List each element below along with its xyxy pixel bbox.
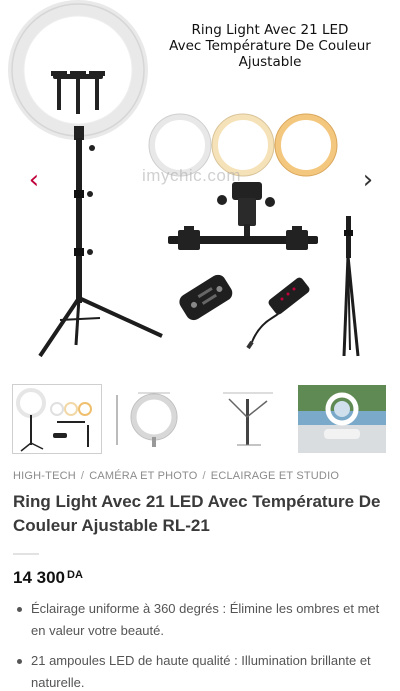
thumbnail-strip (12, 384, 387, 454)
breadcrumb-separator: / (80, 470, 85, 482)
price-value: 14 300 (13, 568, 65, 587)
image-title-line2: Avec Température De Couleur (169, 38, 371, 54)
product-title: Ring Light Avec 21 LED Avec Température … (13, 492, 381, 535)
thumbnail-3[interactable] (203, 385, 291, 453)
thumbnail-1-image (16, 388, 92, 452)
breadcrumb-item-eclairage-et-studio[interactable]: ECLAIRAGE ET STUDIO (211, 470, 339, 482)
feature-list: Éclairage uniforme à 360 degrés : Élimin… (13, 598, 387, 691)
breadcrumb-separator: / (202, 470, 206, 482)
chevron-left-icon[interactable]: ‹ (22, 167, 46, 195)
image-title-line1: Ring Light Avec 21 LED (191, 22, 349, 38)
thumbnail-2[interactable] (108, 385, 196, 453)
breadcrumb-item-high-tech[interactable]: HIGH-TECH (13, 470, 76, 482)
chevron-right-icon[interactable]: › (356, 167, 380, 195)
feature-item: 21 ampoules LED de haute qualité : Illum… (13, 650, 387, 691)
thumbnail-3-image (223, 392, 273, 446)
thumbnail-4-image (298, 385, 386, 453)
thumbnail-1[interactable] (12, 384, 102, 454)
feature-item: Éclairage uniforme à 360 degrés : Élimin… (13, 598, 387, 642)
watermark: imychic.com (142, 166, 242, 185)
title-divider (13, 553, 39, 555)
price-currency: DA (67, 569, 83, 581)
thumbnail-2-image (116, 392, 178, 447)
product-main-image[interactable]: Ring Light Avec 21 LED Avec Température … (0, 0, 400, 373)
thumbnail-4[interactable] (298, 385, 386, 453)
breadcrumb: HIGH-TECH / CAMÉRA ET PHOTO / ECLAIRAGE ET S… (13, 470, 339, 482)
breadcrumb-item-camera-et-photo[interactable]: CAMÉRA ET PHOTO (89, 470, 197, 482)
image-title-line3: Ajustable (238, 54, 302, 70)
product-price: 14 300 DA (13, 568, 83, 588)
image-title: Ring Light Avec 21 LED Avec Température … (150, 22, 390, 70)
